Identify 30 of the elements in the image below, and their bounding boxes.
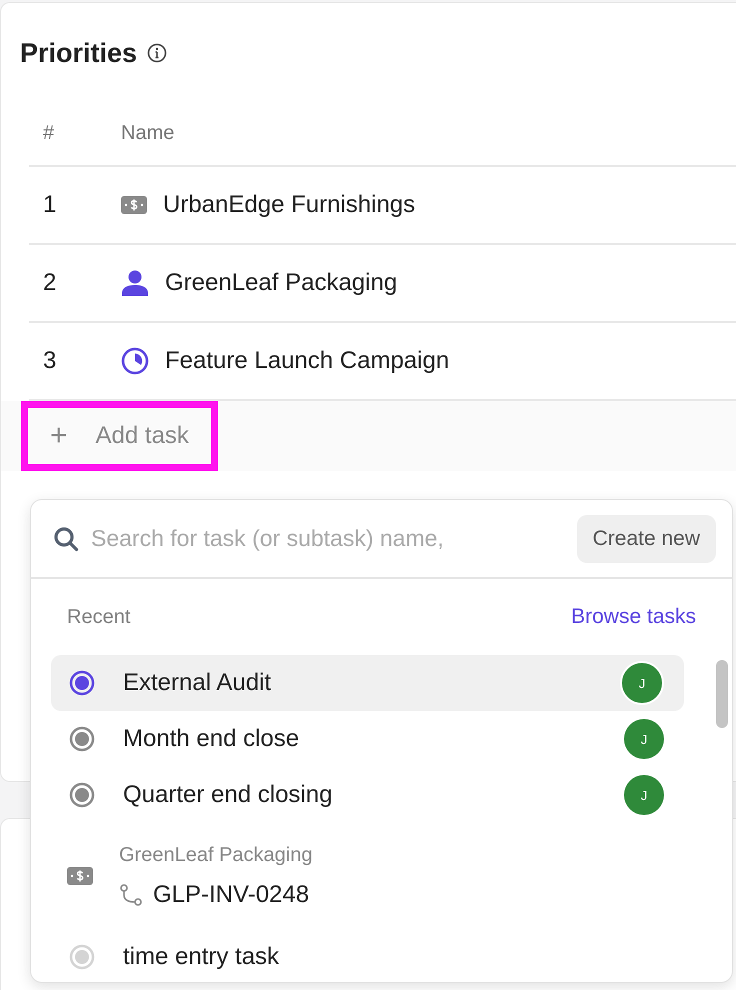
column-header: Name bbox=[121, 122, 174, 144]
cash-icon bbox=[121, 196, 147, 214]
task-item[interactable]: Month end close J bbox=[51, 711, 684, 767]
row-number: 2 bbox=[43, 269, 56, 296]
column-header: # bbox=[43, 122, 54, 144]
task-item[interactable]: time entry task bbox=[51, 929, 684, 982]
subtask-icon bbox=[119, 882, 143, 906]
info-icon[interactable] bbox=[147, 43, 168, 63]
section-label: Recent bbox=[67, 606, 130, 628]
cash-icon bbox=[67, 867, 93, 885]
search-icon bbox=[53, 526, 79, 552]
scrollbar[interactable] bbox=[716, 660, 728, 728]
avatar: J bbox=[624, 775, 664, 815]
progress-icon bbox=[121, 347, 149, 375]
section-title: Priorities bbox=[20, 38, 138, 68]
subtask-name[interactable]: GLP-INV-0248 bbox=[153, 880, 310, 908]
browse-tasks-link[interactable]: Browse tasks bbox=[571, 605, 696, 629]
task-name[interactable]: GreenLeaf Packaging bbox=[165, 269, 398, 297]
avatar: J bbox=[620, 661, 664, 705]
row-number: 3 bbox=[43, 347, 56, 374]
create-new-button[interactable]: Create new bbox=[576, 514, 716, 562]
avatar: J bbox=[624, 719, 664, 759]
parent-task-name: GreenLeaf Packaging bbox=[119, 844, 312, 866]
task-name[interactable]: UrbanEdge Furnishings bbox=[163, 191, 416, 219]
search-field[interactable]: Search for task (or subtask) name, bbox=[89, 524, 567, 553]
row-number: 1 bbox=[43, 191, 56, 218]
person-icon bbox=[121, 270, 149, 296]
task-item[interactable]: External Audit J bbox=[51, 655, 684, 711]
task-name[interactable]: Feature Launch Campaign bbox=[165, 347, 450, 375]
task-item[interactable]: Quarter end closing J bbox=[51, 767, 684, 823]
